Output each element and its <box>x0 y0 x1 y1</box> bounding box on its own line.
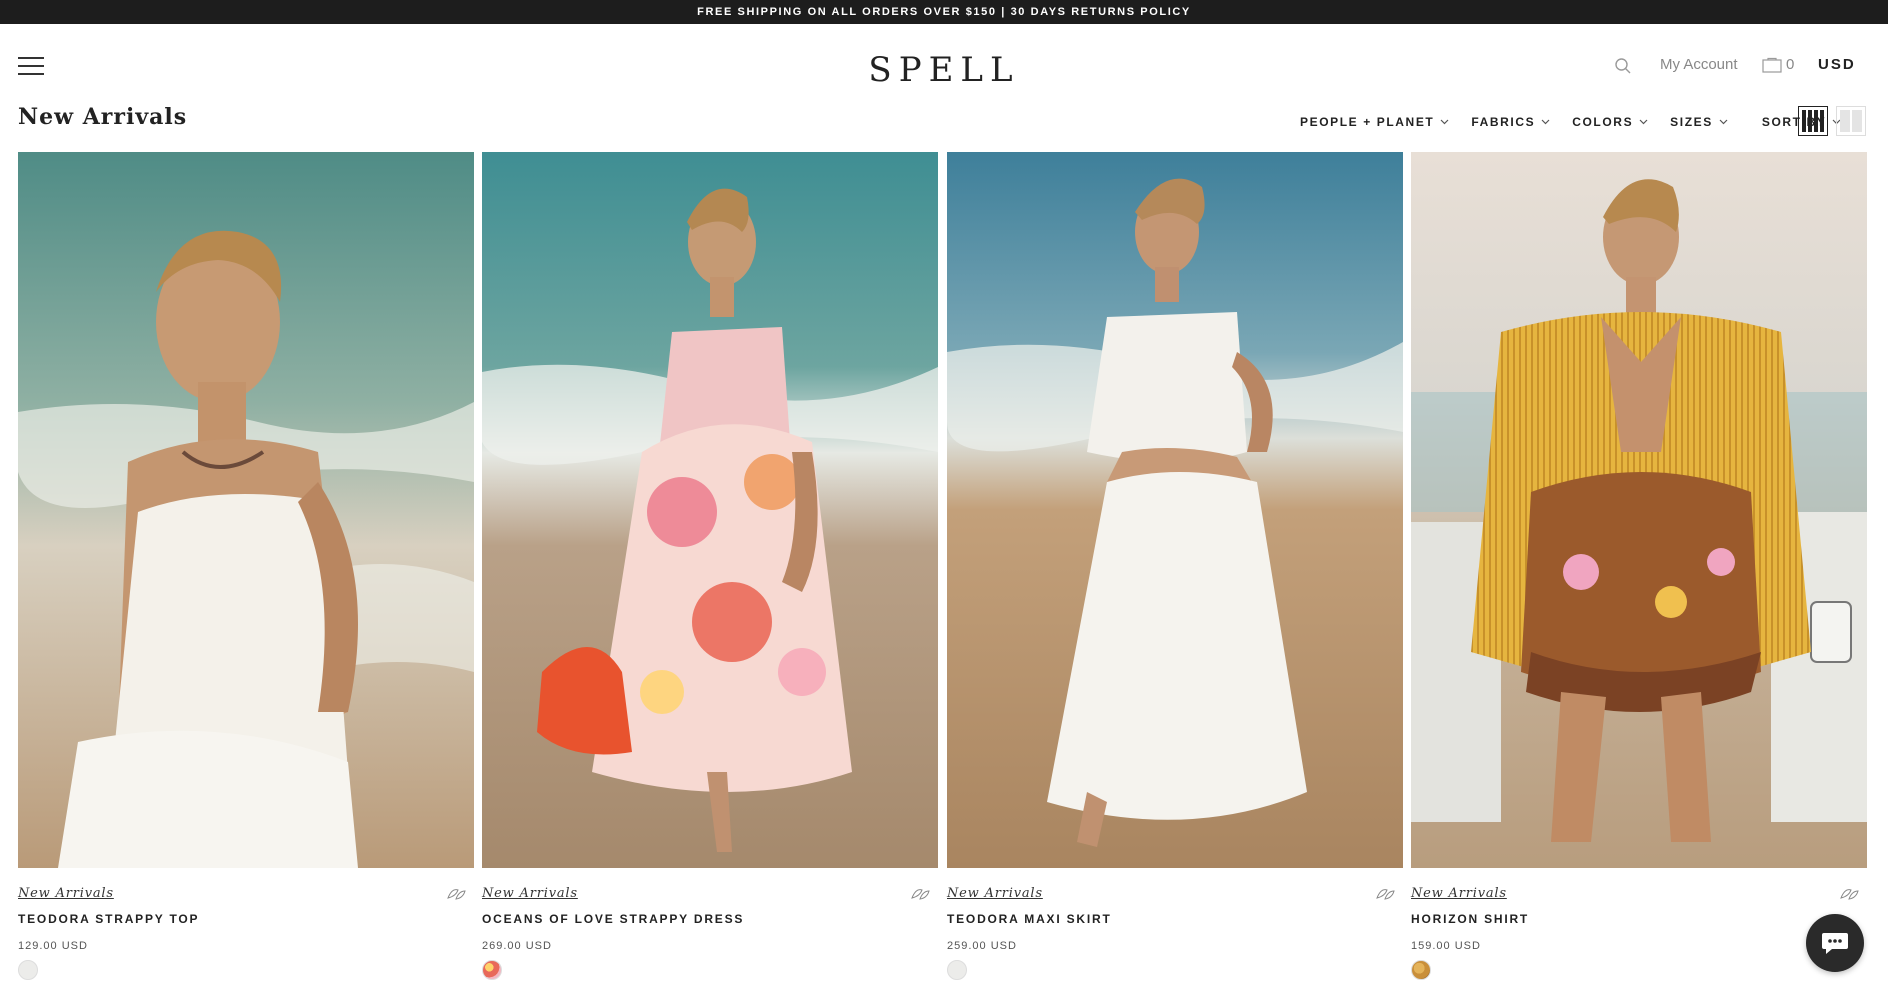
cart-count: 0 <box>1786 56 1795 73</box>
collection-link[interactable]: New Arrivals <box>482 886 578 901</box>
product-card: New Arrivals TEODORA MAXI SKIRT 259.00 U… <box>947 152 1403 980</box>
color-swatch[interactable] <box>482 960 502 980</box>
grid-2-column-icon[interactable] <box>1836 106 1866 136</box>
leaf-icon[interactable] <box>910 886 930 902</box>
collection-link[interactable]: New Arrivals <box>947 886 1043 901</box>
currency-selector[interactable]: USD <box>1818 56 1856 73</box>
announcement-bar: FREE SHIPPING ON ALL ORDERS OVER $150 | … <box>0 0 1888 24</box>
product-price: 159.00 USD <box>1411 940 1481 952</box>
product-card: New Arrivals TEODORA STRAPPY TOP 129.00 … <box>18 152 474 980</box>
product-card: New Arrivals OCEANS OF LOVE STRAPPY DRES… <box>482 152 938 980</box>
product-grid: New Arrivals TEODORA STRAPPY TOP 129.00 … <box>18 152 1868 993</box>
product-name[interactable]: TEODORA MAXI SKIRT <box>947 912 1112 926</box>
page-title: New Arrivals <box>18 104 188 130</box>
product-price: 129.00 USD <box>18 940 88 952</box>
my-account-link[interactable]: My Account <box>1660 56 1738 73</box>
filter-sizes[interactable]: SIZES <box>1670 115 1728 129</box>
logo: SPELL <box>0 50 1888 90</box>
filter-fabrics[interactable]: FABRICS <box>1471 115 1550 129</box>
filter-label: PEOPLE + PLANET <box>1300 115 1435 129</box>
product-name[interactable]: OCEANS OF LOVE STRAPPY DRESS <box>482 912 744 926</box>
product-name[interactable]: HORIZON SHIRT <box>1411 912 1529 926</box>
filter-label: SIZES <box>1670 115 1713 129</box>
color-swatch[interactable] <box>947 960 967 980</box>
hamburger-menu-icon[interactable] <box>18 57 44 75</box>
product-price: 259.00 USD <box>947 940 1017 952</box>
chevron-down-icon <box>1440 119 1449 125</box>
search-icon[interactable] <box>1614 57 1632 75</box>
announcement-text: FREE SHIPPING ON ALL ORDERS OVER $150 | … <box>697 6 1191 18</box>
color-swatch[interactable] <box>1411 960 1431 980</box>
chevron-down-icon <box>1541 119 1550 125</box>
leaf-icon[interactable] <box>1375 886 1395 902</box>
collection-link[interactable]: New Arrivals <box>18 886 114 901</box>
product-name[interactable]: TEODORA STRAPPY TOP <box>18 912 199 926</box>
filter-people-planet[interactable]: PEOPLE + PLANET <box>1300 115 1449 129</box>
cart-button[interactable]: 0 <box>1762 56 1794 73</box>
product-image[interactable] <box>947 152 1403 868</box>
collection-link[interactable]: New Arrivals <box>1411 886 1507 901</box>
product-image[interactable] <box>482 152 938 868</box>
shopping-bag-icon <box>1762 57 1782 73</box>
site-header: SPELL My Account 0 USD <box>0 24 1888 114</box>
chevron-down-icon <box>1719 119 1728 125</box>
grid-4-column-icon[interactable] <box>1798 106 1828 136</box>
leaf-icon[interactable] <box>1839 886 1859 902</box>
filter-colors[interactable]: COLORS <box>1572 115 1648 129</box>
filter-label: COLORS <box>1572 115 1634 129</box>
chat-button[interactable] <box>1806 914 1864 972</box>
logo-link[interactable]: SPELL <box>868 50 1019 90</box>
product-image[interactable] <box>1411 152 1867 868</box>
product-card: New Arrivals HORIZON SHIRT 159.00 USD <box>1411 152 1867 980</box>
product-price: 269.00 USD <box>482 940 552 952</box>
filter-bar: PEOPLE + PLANET FABRICS COLORS SIZES SOR… <box>1300 112 1863 132</box>
filter-label: FABRICS <box>1471 115 1536 129</box>
color-swatch[interactable] <box>18 960 38 980</box>
chat-bubble-icon <box>1822 933 1848 954</box>
leaf-icon[interactable] <box>446 886 466 902</box>
chevron-down-icon <box>1639 119 1648 125</box>
product-image[interactable] <box>18 152 474 868</box>
